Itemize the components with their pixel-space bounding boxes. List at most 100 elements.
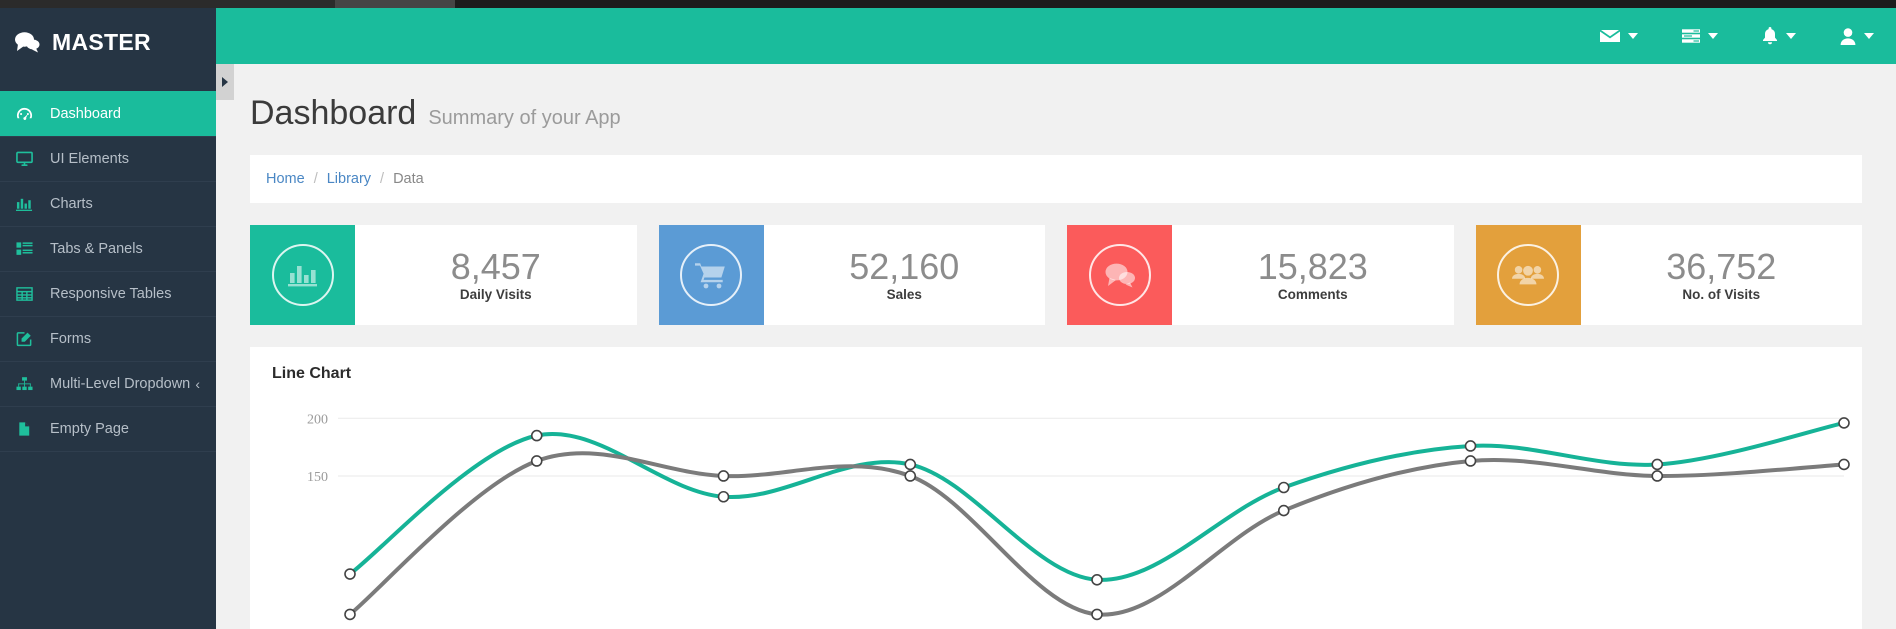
breadcrumb-separator: / [380, 171, 385, 187]
desktop-icon [14, 151, 34, 167]
sidebar-item-label: UI Elements [50, 151, 129, 167]
page-title: Dashboard [250, 94, 417, 132]
stat-card-value: 8,457 [450, 245, 541, 287]
comments-icon [1088, 244, 1151, 306]
sidebar-item-ui-elements[interactable]: UI Elements [0, 136, 216, 182]
sidebar-item-empty-page[interactable]: Empty Page [0, 406, 216, 452]
chart-y-tick-label: 150 [307, 470, 328, 485]
stat-cards: 8,457 Daily Visits 52,160 Sales 15,823 C… [250, 225, 1862, 325]
bar-chart-icon [14, 196, 34, 212]
comments-icon [14, 31, 40, 53]
topbar [216, 8, 1896, 64]
sidebar-item-label: Tabs & Panels [50, 241, 143, 257]
browser-tab-strip-left [0, 0, 335, 8]
breadcrumb-home[interactable]: Home [266, 171, 305, 187]
line-chart-svg: 150 200 [307, 412, 1850, 621]
chevron-right-icon [222, 77, 228, 87]
user-icon [1840, 27, 1856, 45]
sitemap-icon [14, 376, 34, 392]
chevron-down-icon [1864, 33, 1874, 39]
tasks-dropdown[interactable] [1660, 8, 1740, 64]
shopping-cart-icon [680, 244, 742, 306]
sidebar-item-label: Charts [50, 196, 93, 212]
sidebar-toggle-button[interactable] [216, 64, 234, 100]
breadcrumb-separator: / [313, 171, 318, 187]
main-content: Dashboard Summary of your App Home / Lib… [216, 64, 1896, 629]
users-icon [1497, 244, 1559, 306]
chart-data-point [1651, 470, 1664, 482]
sidebar-item-label: Forms [50, 331, 92, 347]
sidebar-item-label: Multi-Level Dropdown [50, 376, 191, 392]
chart-data-point [1091, 573, 1103, 586]
chart-data-point [530, 429, 543, 442]
brand-label: MASTER [52, 28, 151, 55]
edit-icon [14, 331, 34, 347]
chart-data-point [1464, 455, 1477, 467]
chart-data-point [344, 608, 356, 621]
chart-y-tick-label: 200 [307, 412, 328, 427]
chart-data-point [1091, 608, 1103, 621]
chart-series-line [348, 420, 1846, 582]
stat-card-sales[interactable]: 52,160 Sales [658, 225, 1046, 325]
table-icon [14, 286, 34, 302]
th-list-icon [14, 241, 34, 257]
line-chart-panel: Line Chart 150 200 [250, 347, 1862, 629]
chart-data-point [717, 490, 730, 503]
stat-card-comments[interactable]: 15,823 Comments [1067, 225, 1454, 325]
sidebar-item-charts[interactable]: Charts [0, 181, 216, 227]
sidebar-item-forms[interactable]: Forms [0, 316, 216, 362]
stat-card-body: 8,457 Daily Visits [355, 225, 637, 325]
sidebar-item-dashboard[interactable]: Dashboard [0, 91, 216, 137]
sidebar-item-label: Empty Page [50, 421, 129, 437]
line-chart: 150 200 [250, 393, 1862, 629]
chevron-down-icon [1708, 33, 1718, 39]
brand[interactable]: MASTER [0, 8, 216, 76]
stat-card-value: 15,823 [1257, 245, 1368, 287]
browser-tab-strip-right [455, 0, 1896, 8]
bell-icon [1762, 27, 1778, 45]
stat-card-value: 52,160 [849, 245, 960, 287]
chart-data-point [530, 455, 543, 467]
breadcrumb-library[interactable]: Library [327, 171, 371, 187]
chart-data-point [1838, 458, 1850, 471]
panel-title: Line Chart [272, 365, 352, 382]
stat-card-icon-wrap [1067, 225, 1172, 325]
sidebar-item-multi-level-dropdown[interactable]: Multi-Level Dropdown ‹ [0, 361, 216, 407]
sidebar-item-tabs-panels[interactable]: Tabs & Panels [0, 226, 216, 272]
chart-data-point [1277, 481, 1290, 494]
chevron-down-icon [1628, 33, 1638, 39]
topbar-actions [1578, 8, 1896, 64]
page-header: Dashboard Summary of your App [216, 64, 1896, 133]
sidebar-item-responsive-tables[interactable]: Responsive Tables [0, 271, 216, 317]
sidebar-divider [0, 76, 216, 92]
chart-data-point [1277, 504, 1290, 517]
chart-data-point [904, 458, 917, 471]
page-subtitle: Summary of your App [428, 107, 621, 129]
stat-card-body: 52,160 Sales [764, 225, 1046, 325]
sidebar-item-label: Dashboard [50, 106, 121, 122]
breadcrumb-current: Data [393, 171, 424, 187]
chevron-left-icon: ‹ [195, 376, 200, 392]
stat-card-label: Daily Visits [459, 287, 532, 303]
stat-card-icon-wrap [1475, 225, 1581, 325]
stat-card-label: Sales [886, 287, 922, 303]
stat-card-icon-wrap [250, 225, 355, 325]
chart-data-point [1464, 440, 1477, 452]
stat-card-no-of-visits[interactable]: 36,752 No. of Visits [1475, 225, 1863, 325]
chart-data-point [1838, 417, 1850, 429]
browser-chrome-strip [0, 0, 1896, 8]
app-root: MASTER Dashboard UI Elements Charts Tabs… [0, 8, 1896, 629]
stat-card-daily-visits[interactable]: 8,457 Daily Visits [250, 225, 637, 325]
chart-data-point [904, 470, 917, 482]
messages-dropdown[interactable] [1578, 8, 1660, 64]
chart-data-point [717, 470, 730, 482]
tasks-icon [1682, 29, 1700, 43]
stat-card-label: Comments [1277, 287, 1348, 303]
chevron-down-icon [1786, 33, 1796, 39]
stat-card-body: 36,752 No. of Visits [1581, 225, 1863, 325]
chart-data-point [1651, 458, 1664, 471]
account-dropdown[interactable] [1818, 8, 1896, 64]
sidebar: MASTER Dashboard UI Elements Charts Tabs… [0, 8, 216, 629]
stat-card-body: 15,823 Comments [1172, 225, 1454, 325]
notifications-dropdown[interactable] [1740, 8, 1818, 64]
